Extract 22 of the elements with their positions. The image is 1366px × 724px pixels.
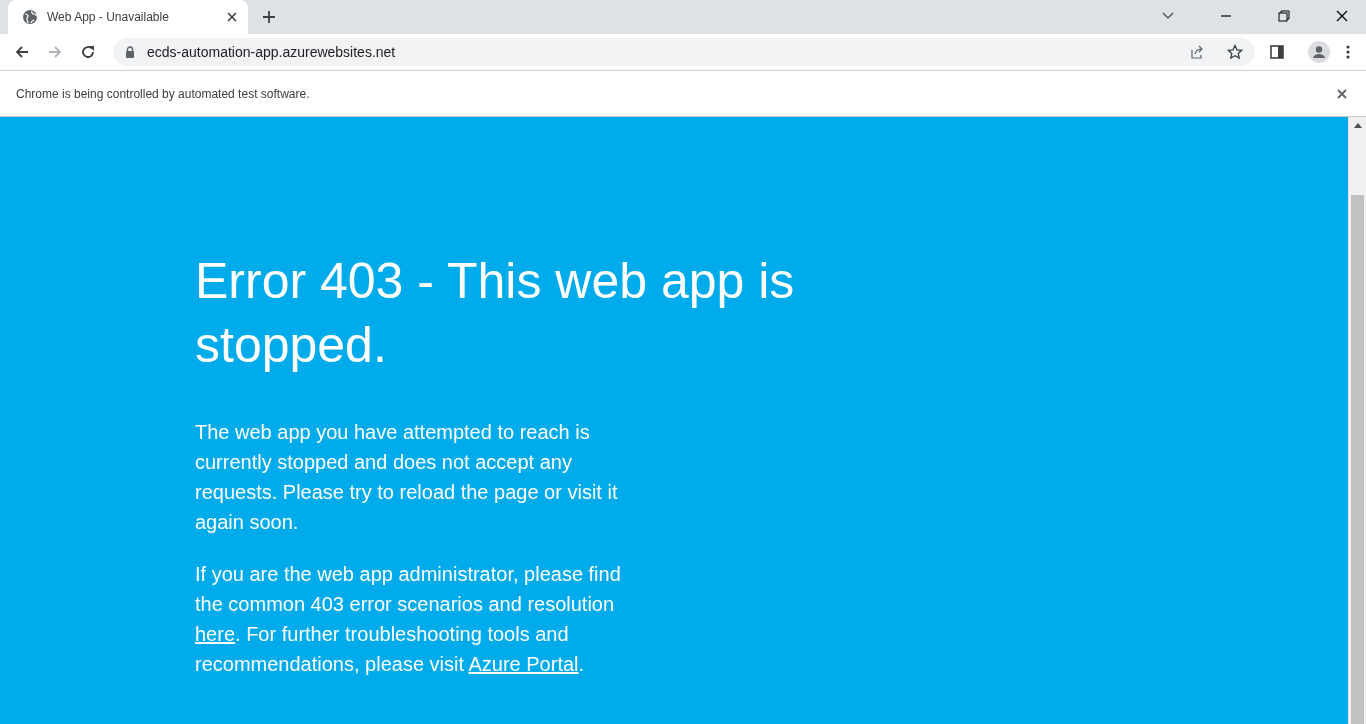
- error-heading: Error 403 - This web app is stopped.: [195, 252, 796, 375]
- share-icon[interactable]: [1189, 44, 1205, 60]
- paragraph: If you are the web app administrator, please find the common 403 error scenarios and resolution here. For further troubleshooting tools and recommendations, please visit Azure Portal.: [195, 562, 622, 677]
- close-icon[interactable]: [1336, 87, 1348, 100]
- menu-icon[interactable]: [1346, 44, 1350, 60]
- close-icon[interactable]: [226, 11, 238, 23]
- paragraph: The web app you have attempted to reach is currently stopped and does not accept any requests. Please try to reload the page or visit it again soon.: [195, 420, 619, 535]
- back-arrow-icon[interactable]: [14, 44, 30, 60]
- scrollbar[interactable]: [1348, 117, 1366, 724]
- close-icon[interactable]: [1335, 9, 1349, 23]
- lock-icon: [125, 46, 135, 58]
- restore-icon[interactable]: [1277, 9, 1291, 23]
- profile-avatar-icon[interactable]: [1308, 41, 1330, 63]
- scroll-up-arrow-icon[interactable]: [1353, 123, 1362, 128]
- reload-icon[interactable]: [80, 44, 96, 60]
- browser-tab[interactable]: Web App - Unavailable: [8, 0, 248, 34]
- globe-icon: [22, 9, 38, 25]
- new-tab-icon[interactable]: [262, 10, 276, 24]
- star-icon[interactable]: [1227, 44, 1243, 60]
- side-panel-icon[interactable]: [1269, 44, 1285, 60]
- infobar-message: Chrome is being controlled by automated test software.: [16, 86, 310, 101]
- address-bar[interactable]: ecds-automation-app.azurewebsites.net: [113, 38, 1255, 66]
